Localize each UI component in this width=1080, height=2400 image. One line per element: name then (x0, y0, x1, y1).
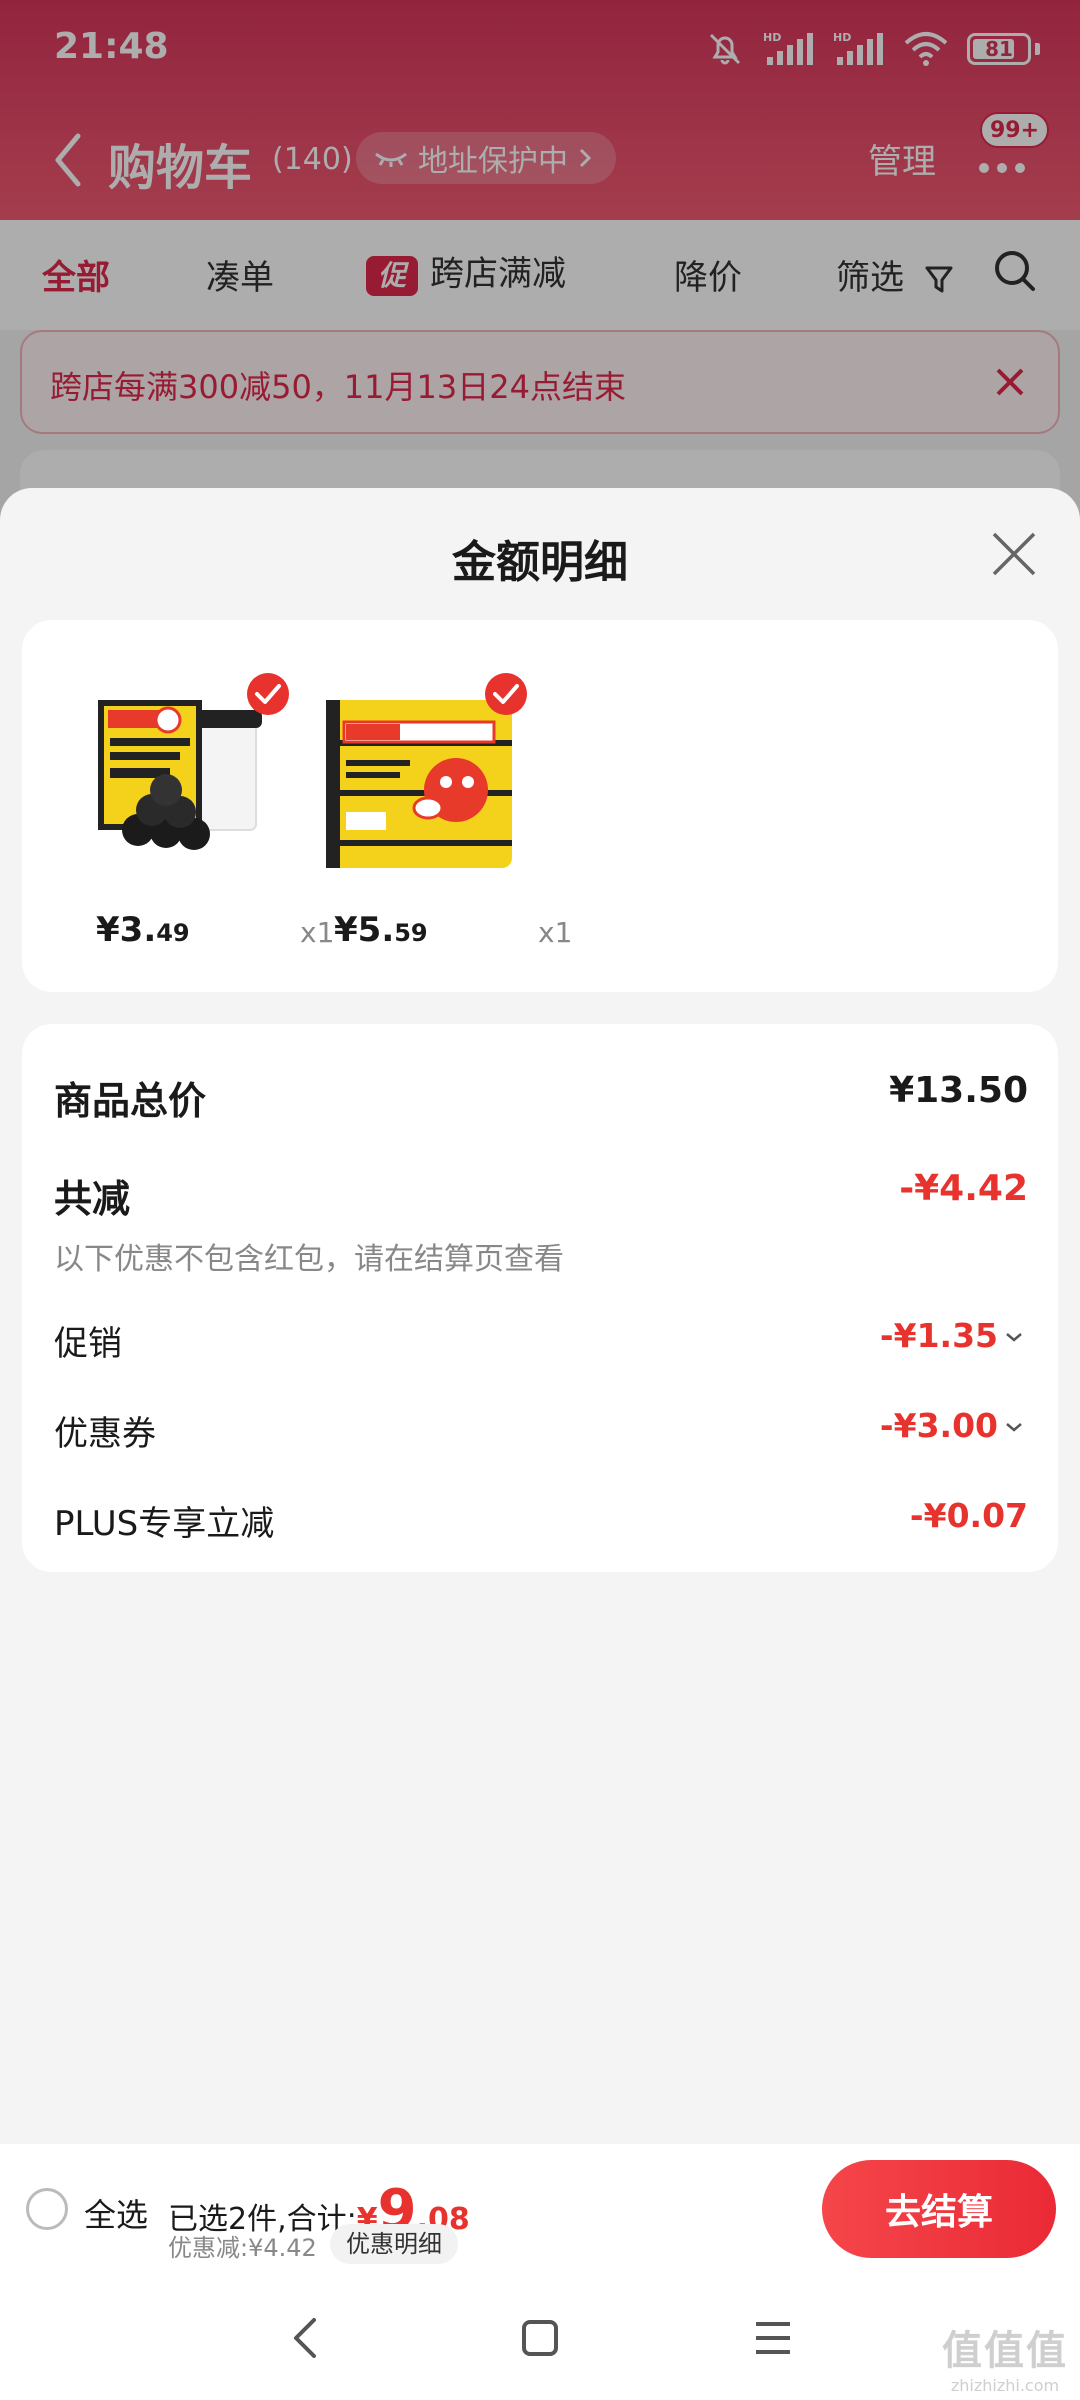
selected-good-item[interactable]: ¥5.59 x1 (316, 660, 572, 960)
good-price: ¥5.59 (334, 910, 428, 950)
select-all-radio[interactable] (26, 2188, 68, 2230)
discount-amount-text: 优惠减:¥4.42 (168, 2234, 317, 2262)
price-detail-card: 商品总价 ¥13.50 共减 -¥4.42 以下优惠不包含红包，请在结算页查看 … (22, 1024, 1058, 1572)
good-price-dec: 49 (156, 919, 190, 947)
plus-reduce-row-label: PLUS专享立减 (54, 1504, 275, 1544)
plus-reduce-row-value: -¥0.07 (909, 1496, 1028, 1535)
nav-menu-icon[interactable] (752, 2316, 794, 2360)
watermark-sub: zhizhizhi.com (950, 2376, 1060, 2395)
coupon-row-label: 优惠券 (54, 1414, 156, 1454)
checkout-bar: 全选 已选2件,合计:¥9.08 优惠减:¥4.42 优惠明细 去结算 (0, 2144, 1080, 2274)
total-reduce-label: 共减 (54, 1177, 131, 1221)
good-price-dec: 59 (394, 919, 428, 947)
close-icon[interactable] (990, 530, 1038, 578)
nav-back-icon[interactable] (288, 2316, 324, 2360)
select-all-label[interactable]: 全选 (84, 2190, 148, 2236)
discount-detail-button[interactable]: 优惠明细 (330, 2224, 458, 2264)
selected-good-item[interactable]: ¥3.49 x1 (78, 660, 334, 960)
goods-total-label: 商品总价 (54, 1079, 207, 1123)
chevron-down-icon[interactable] (1004, 1420, 1024, 1434)
promotion-row-label: 促销 (54, 1324, 122, 1364)
total-reduce-value: -¥4.42 (899, 1168, 1028, 1209)
check-badge-icon (485, 673, 527, 715)
amount-detail-sheet: 金额明细 ¥3.49 x1 ¥5.59 x1 商品总价 ¥13.50 共减 -¥… (0, 488, 1080, 2144)
nav-home-icon[interactable] (520, 2316, 560, 2360)
reduce-note: 以下优惠不包含红包，请在结算页查看 (54, 1242, 564, 1277)
promotion-row-value[interactable]: -¥1.35 (880, 1316, 998, 1355)
chevron-down-icon[interactable] (1004, 1330, 1024, 1344)
sheet-title: 金额明细 (452, 537, 628, 588)
good-price: ¥3.49 (96, 910, 190, 950)
goods-total-value: ¥13.50 (889, 1070, 1028, 1111)
checkout-button[interactable]: 去结算 (822, 2160, 1056, 2258)
good-price-int: ¥5. (334, 910, 395, 950)
selected-goods-card: ¥3.49 x1 ¥5.59 x1 (22, 620, 1058, 992)
good-price-int: ¥3. (96, 910, 157, 950)
system-nav-bar: 值值值 zhizhizhi.com (0, 2274, 1080, 2400)
good-qty: x1 (538, 916, 573, 949)
check-badge-icon (247, 673, 289, 715)
coupon-row-value[interactable]: -¥3.00 (880, 1406, 998, 1445)
site-watermark: 值值值 zhizhizhi.com (942, 2318, 1068, 2395)
watermark-main: 值值值 (942, 2328, 1068, 2374)
